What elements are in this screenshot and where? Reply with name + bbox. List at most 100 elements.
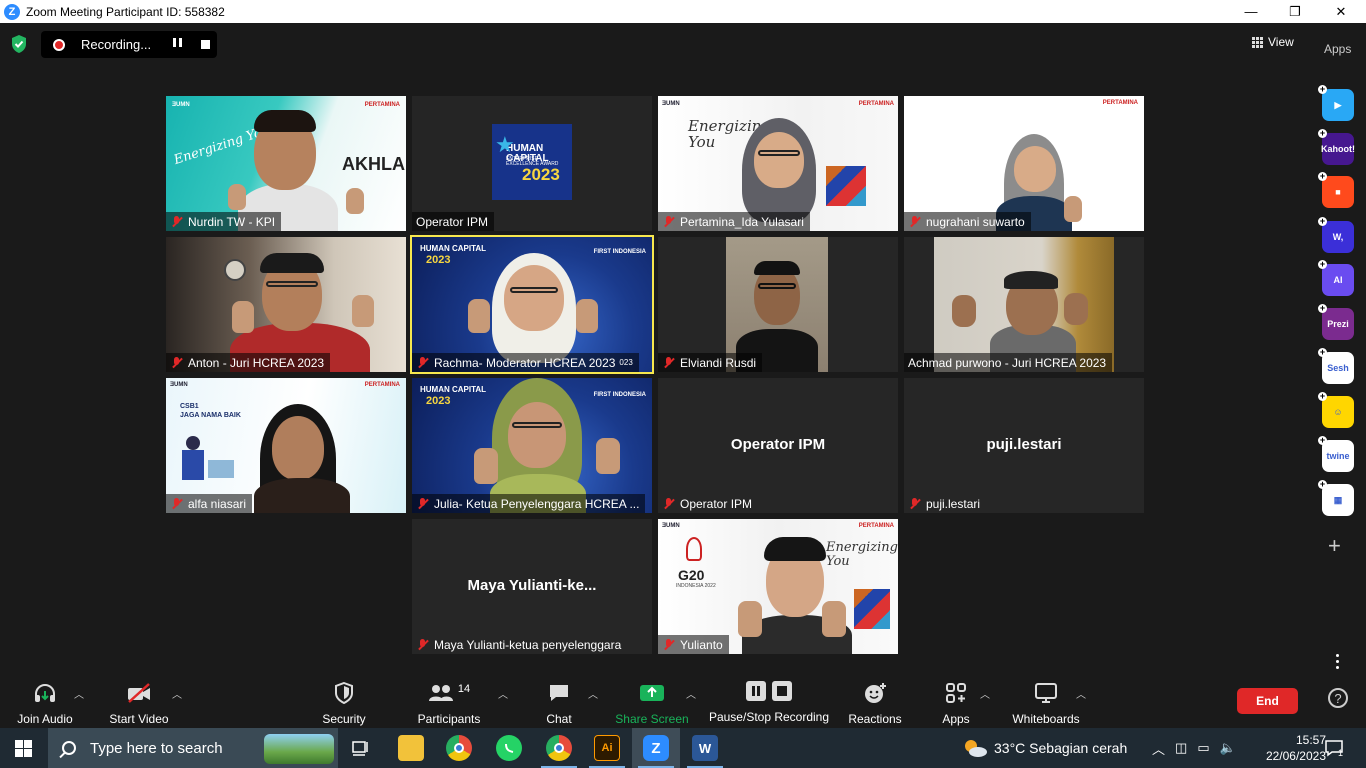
g20-emblem (686, 537, 702, 561)
participants-button[interactable]: 14 Participants (414, 682, 484, 726)
encryption-shield-icon[interactable] (10, 34, 28, 54)
share-screen-icon (640, 685, 664, 701)
tray-app-icon[interactable]: ◫ (1175, 740, 1187, 756)
pause-stop-recording-button[interactable]: Pause/Stop Recording (706, 680, 832, 724)
video-tile-no-video[interactable]: puji.lestari puji.lestari (904, 378, 1144, 513)
video-tile[interactable]: ƎUMN PERTAMINA Energizing You Pertamina_… (658, 96, 898, 231)
start-video-button[interactable]: Start Video (104, 682, 174, 726)
illustrator-icon[interactable]: Ai (594, 735, 620, 761)
first-indonesia-label: FIRST INDONESIA (593, 392, 646, 398)
participant-name-label: alfa niasari (166, 494, 253, 513)
security-shield-icon (335, 682, 353, 704)
video-tile[interactable]: ƎUMN PERTAMINA CSB1 JAGA NAMA BAIK alfa … (166, 378, 406, 513)
pertamina-logo: PERTAMINA (364, 382, 400, 388)
whiteboards-button[interactable]: Whiteboards (1008, 682, 1084, 726)
app-3-app-icon[interactable]: + ■ (1318, 172, 1354, 208)
sesh-app-icon[interactable]: + Sesh (1318, 348, 1354, 384)
participants-options-caret-icon[interactable]: ︿ (498, 686, 508, 701)
zoom-taskbar-icon[interactable]: Z (643, 735, 669, 761)
participant-name-label: Rachma- Moderator HCREA 2023 023 (412, 353, 639, 372)
app-glyph: Prezi (1327, 319, 1349, 329)
participant-name-label: nugrahani suwarto (904, 212, 1031, 231)
help-icon[interactable]: ? (1328, 688, 1348, 708)
apps-options-caret-icon[interactable]: ︿ (980, 686, 990, 701)
human-capital-year: 2023 (426, 254, 451, 266)
end-meeting-button[interactable]: End (1237, 688, 1298, 714)
video-options-caret-icon[interactable]: ︿ (172, 686, 182, 701)
zoom-logo-icon: Z (4, 3, 20, 20)
video-tile[interactable]: ƎUMN PERTAMINA G20 INDONESIA 2022 Energi… (658, 519, 898, 654)
notifications-icon[interactable]: 1 (1324, 728, 1343, 768)
word-icon[interactable]: W (692, 735, 718, 761)
add-app-plus-icon[interactable]: + (1328, 533, 1341, 559)
video-tile-active-speaker[interactable]: HUMAN CAPITAL 2023 FIRST INDONESIA Rachm… (410, 235, 654, 374)
chat-button[interactable]: Chat (540, 682, 578, 726)
join-audio-button[interactable]: Join Audio (14, 682, 76, 726)
app-smile-app-icon[interactable]: + ☺ (1318, 392, 1354, 428)
close-button[interactable]: ✕ (1318, 0, 1364, 23)
recording-label: Recording... (81, 37, 152, 52)
decorative-cubes (826, 166, 866, 206)
video-tile[interactable]: Achmad purwono - Juri HCREA 2023 (904, 237, 1144, 372)
pertamina-logo: PERTAMINA (858, 523, 894, 529)
app-w-app-icon[interactable]: + W, (1318, 217, 1354, 253)
pertamina-logo: PERTAMINA (364, 102, 400, 108)
twine-app-icon[interactable]: + twine (1318, 436, 1354, 472)
audio-options-caret-icon[interactable]: ︿ (74, 686, 84, 701)
restore-button[interactable]: ❐ (1272, 0, 1318, 23)
app-grid-app-icon[interactable]: + ▦ (1318, 480, 1354, 516)
video-tile[interactable]: HUMAN CAPITAL 2023 FIRST INDONESIA Julia… (412, 378, 652, 513)
video-tile[interactable]: ƎUMN PERTAMINA Energizing You AKHLAK Nur… (166, 96, 406, 231)
windows-start-icon[interactable] (15, 740, 32, 757)
whatsapp-icon[interactable] (496, 735, 522, 761)
illustration (178, 430, 238, 500)
app-ai-app-icon[interactable]: + AI (1318, 260, 1354, 296)
chrome-icon[interactable] (446, 735, 472, 761)
share-options-caret-icon[interactable]: ︿ (686, 686, 696, 701)
video-tile-no-video[interactable]: Maya Yulianti-ke... Maya Yulianti-ketua … (412, 519, 652, 654)
minimize-button[interactable]: — (1228, 0, 1274, 23)
whiteboards-options-caret-icon[interactable]: ︿ (1076, 686, 1086, 701)
security-button[interactable]: Security (316, 682, 372, 726)
video-tile-no-video[interactable]: Operator IPM Operator IPM (658, 378, 898, 513)
whiteboard-icon (1035, 683, 1057, 703)
video-tile[interactable]: HUMAN CAPITAL ENTERPRISE EXCELLENCE AWAR… (412, 96, 652, 231)
add-plus-icon: + (1318, 303, 1327, 313)
chrome-profile-icon[interactable] (546, 735, 572, 761)
share-screen-button[interactable]: Share Screen (614, 682, 690, 726)
participant-name-label: Julia- Ketua Penyelenggara HCREA ... (412, 494, 646, 513)
app-1-app-icon[interactable]: + ▶ (1318, 85, 1354, 121)
meeting-top-bar: Recording... View Apps (0, 23, 1366, 67)
weather-widget[interactable]: 33°C Sebagian cerah (962, 728, 1127, 768)
apps-button[interactable]: Apps (936, 682, 976, 726)
app-glyph: ▶ (1334, 99, 1342, 110)
mic-muted-icon (416, 638, 430, 652)
chat-options-caret-icon[interactable]: ︿ (588, 686, 598, 701)
volume-icon[interactable]: 🔈 (1220, 740, 1236, 756)
pertamina-logo: PERTAMINA (858, 101, 894, 107)
network-icon[interactable]: ▭ (1197, 740, 1209, 756)
pause-recording-icon[interactable] (173, 38, 185, 50)
taskbar-clock[interactable]: 15:57 22/06/2023 (1262, 732, 1326, 764)
stop-recording-icon[interactable] (201, 40, 210, 49)
kahoot-app-icon[interactable]: + Kahoot! (1318, 129, 1355, 165)
search-placeholder: Type here to search (90, 739, 223, 757)
participant-name-label: Yulianto (658, 635, 729, 654)
mic-muted-icon (170, 356, 184, 370)
view-button[interactable]: View (1252, 35, 1294, 49)
task-view-icon[interactable] (348, 735, 374, 761)
participant-name-label: Anton - Juri HCREA 2023 (166, 353, 331, 372)
taskbar-search-box[interactable]: Type here to search (48, 728, 338, 768)
video-tile[interactable]: Elviandi Rusdi (658, 237, 898, 372)
reactions-button[interactable]: Reactions (846, 682, 904, 726)
tray-expand-icon[interactable]: ︿ (1152, 739, 1165, 758)
mic-muted-icon (662, 215, 676, 229)
weather-partly-sunny-icon (965, 740, 987, 757)
video-tile[interactable]: PERTAMINA nugrahani suwarto (904, 96, 1144, 231)
video-tile[interactable]: Anton - Juri HCREA 2023 (166, 237, 406, 372)
g20-logo: G20 (678, 567, 705, 583)
participant-name-label: puji.lestari (904, 494, 986, 513)
file-explorer-icon[interactable] (398, 735, 424, 761)
prezi-app-icon[interactable]: + Prezi (1318, 304, 1354, 340)
more-options-icon[interactable] (1336, 654, 1339, 669)
